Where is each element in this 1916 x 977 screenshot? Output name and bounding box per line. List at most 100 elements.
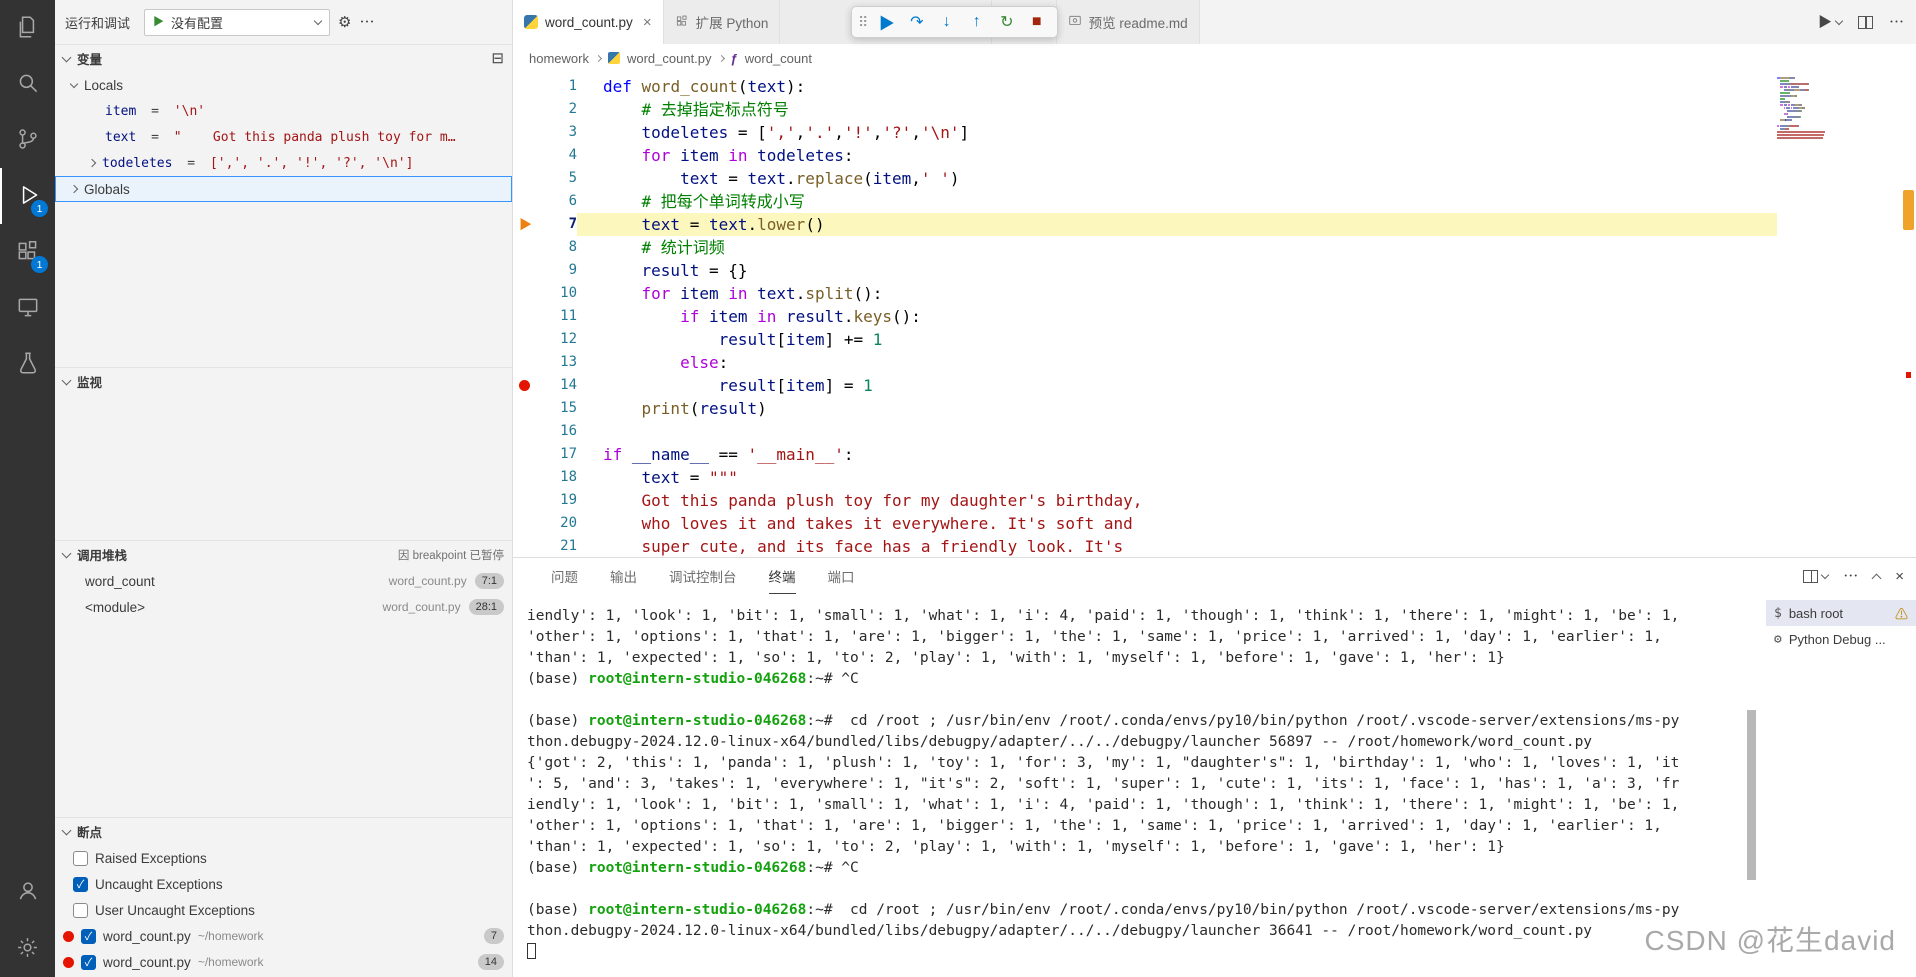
code-text[interactable]: else: bbox=[577, 351, 1777, 374]
variables-section-header[interactable]: 变量 ⊟ bbox=[55, 45, 512, 72]
sidebar-item-run-debug[interactable]: 1 bbox=[0, 168, 55, 224]
gutter-glyph[interactable] bbox=[513, 75, 537, 98]
checkbox[interactable]: ✓ bbox=[81, 954, 96, 970]
minimap[interactable] bbox=[1777, 76, 1838, 139]
step-into-button[interactable]: ↓ bbox=[932, 9, 961, 35]
code-text[interactable]: super cute, and its face has a friendly … bbox=[577, 535, 1777, 557]
gutter-glyph[interactable] bbox=[513, 305, 537, 328]
code-text[interactable]: text = text.replace(item,' ') bbox=[577, 167, 1777, 190]
breakpoints-section-header[interactable]: 断点 bbox=[55, 818, 512, 845]
stack-frame[interactable]: word_count word_count.py 7:1 bbox=[55, 568, 512, 594]
checkbox[interactable]: ✓ bbox=[81, 928, 96, 944]
step-out-button[interactable]: ↑ bbox=[962, 9, 991, 35]
overview-ruler[interactable] bbox=[1901, 72, 1916, 557]
code-text[interactable]: # 去掉指定标点符号 bbox=[577, 98, 1777, 121]
code-text[interactable]: todeletes = [',','.','!','?','\n'] bbox=[577, 121, 1777, 144]
code-editor[interactable]: 1 def word_count(text): 2 # 去掉指定标点符号 3 tode… bbox=[513, 72, 1916, 557]
breakpoint-row[interactable]: ✓ word_count.py ~/homework 7 bbox=[55, 923, 512, 949]
stop-button[interactable]: ■ bbox=[1022, 9, 1051, 35]
debug-gear-icon[interactable]: ⚙ bbox=[338, 15, 351, 30]
tab-word-count-py[interactable]: word_count.py × bbox=[513, 0, 664, 44]
code-text[interactable] bbox=[577, 420, 1777, 443]
run-python-file-button[interactable]: ▶ bbox=[1818, 12, 1844, 32]
tab-terminal[interactable]: 终端 bbox=[768, 558, 796, 594]
gutter-glyph[interactable] bbox=[513, 98, 537, 121]
exception-breakpoint-row[interactable]: User Uncaught Exceptions bbox=[55, 897, 512, 923]
checkbox[interactable] bbox=[73, 902, 88, 918]
tab-problems[interactable]: 问题 bbox=[551, 558, 578, 594]
code-text[interactable]: if __name__ == '__main__': bbox=[577, 443, 1777, 466]
gutter-glyph[interactable] bbox=[513, 282, 537, 305]
code-text[interactable]: # 统计词频 bbox=[577, 236, 1777, 259]
sidebar-item-search[interactable] bbox=[0, 56, 55, 112]
breadcrumb-folder[interactable]: homework bbox=[529, 51, 589, 66]
exception-breakpoint-row[interactable]: Raised Exceptions bbox=[55, 845, 512, 871]
sidebar-item-explorer[interactable] bbox=[0, 0, 55, 56]
checkbox[interactable] bbox=[73, 850, 88, 866]
breakpoint-row[interactable]: ✓ word_count.py ~/homework 14 bbox=[55, 949, 512, 975]
tab-preview-readme[interactable]: 预览 readme.md bbox=[1056, 0, 1200, 44]
gutter-glyph[interactable] bbox=[513, 535, 537, 557]
code-text[interactable]: result[item] = 1 bbox=[577, 374, 1777, 397]
gutter-glyph[interactable] bbox=[513, 144, 537, 167]
terminal-layout-button[interactable] bbox=[1803, 569, 1830, 583]
code-text[interactable]: print(result) bbox=[577, 397, 1777, 420]
gutter-glyph[interactable] bbox=[513, 328, 537, 351]
variable-todeletes[interactable]: todeletes = [',', '.', '!', '?', '\n'] bbox=[55, 150, 512, 176]
code-text[interactable]: Got this panda plush toy for my daughter… bbox=[577, 489, 1777, 512]
tab-output[interactable]: 输出 bbox=[610, 558, 637, 594]
account-button[interactable] bbox=[0, 863, 55, 919]
panel-more-icon[interactable]: ⋯ bbox=[1843, 569, 1858, 584]
step-over-button[interactable]: ↷ bbox=[902, 9, 931, 35]
sidebar-item-source-control[interactable] bbox=[0, 112, 55, 168]
code-text[interactable]: text = """ bbox=[577, 466, 1777, 489]
code-text[interactable]: # 把每个单词转成小写 bbox=[577, 190, 1777, 213]
gutter-glyph[interactable] bbox=[513, 351, 537, 374]
scope-globals[interactable]: Globals bbox=[55, 176, 512, 202]
debug-config-dropdown[interactable]: ▶ 没有配置 bbox=[144, 8, 331, 36]
tab-debug-console[interactable]: 调试控制台 bbox=[669, 558, 737, 594]
variable-item[interactable]: item = '\n' bbox=[55, 98, 512, 124]
continue-button[interactable]: ▶ bbox=[872, 9, 901, 35]
gutter-glyph[interactable] bbox=[513, 512, 537, 535]
gutter-glyph[interactable] bbox=[513, 167, 537, 190]
stack-frame[interactable]: <module> word_count.py 28:1 bbox=[55, 594, 512, 620]
terminal-instance-bash[interactable]: $ bash root ⚠ bbox=[1766, 600, 1916, 626]
variable-text[interactable]: text = " Got this panda plush toy for m… bbox=[55, 124, 512, 150]
gutter-glyph[interactable] bbox=[513, 190, 537, 213]
gutter-glyph[interactable] bbox=[513, 121, 537, 144]
code-text[interactable]: if item in result.keys(): bbox=[577, 305, 1777, 328]
scope-locals[interactable]: Locals bbox=[55, 72, 512, 98]
breadcrumb-file[interactable]: word_count.py bbox=[627, 51, 712, 66]
code-text[interactable]: result = {} bbox=[577, 259, 1777, 282]
sidebar-item-extensions[interactable]: 1 bbox=[0, 224, 55, 280]
code-text[interactable]: def word_count(text): bbox=[577, 75, 1777, 98]
tab-extension-python[interactable]: 扩展 Python bbox=[663, 0, 781, 44]
watch-section-header[interactable]: 监视 bbox=[55, 368, 512, 395]
terminal-output[interactable]: iendly': 1, 'look': 1, 'bit': 1, 'small'… bbox=[513, 594, 1766, 977]
gutter-glyph[interactable] bbox=[513, 259, 537, 282]
drag-handle-icon[interactable]: ⠿ bbox=[858, 14, 868, 31]
settings-button[interactable] bbox=[0, 921, 55, 977]
sidebar-item-testing[interactable] bbox=[0, 336, 55, 392]
tab-ports[interactable]: 端口 bbox=[828, 558, 855, 594]
breakpoint-icon[interactable] bbox=[513, 374, 537, 397]
code-text[interactable]: for item in todeletes: bbox=[577, 144, 1777, 167]
code-text[interactable]: who loves it and takes it everywhere. It… bbox=[577, 512, 1777, 535]
more-actions-icon[interactable]: ⋯ bbox=[359, 15, 374, 30]
collapse-all-icon[interactable]: ⊟ bbox=[491, 51, 504, 66]
gutter-glyph[interactable] bbox=[513, 466, 537, 489]
code-text[interactable]: text = text.lower() bbox=[577, 213, 1777, 236]
sidebar-item-remote-explorer[interactable] bbox=[0, 280, 55, 336]
terminal-instance-python-debug[interactable]: ⚙ Python Debug ... bbox=[1766, 626, 1916, 652]
checkbox[interactable]: ✓ bbox=[73, 876, 88, 892]
maximize-panel-icon[interactable] bbox=[1871, 573, 1882, 583]
call-stack-section-header[interactable]: 调用堆栈 因 breakpoint 已暂停 bbox=[55, 541, 512, 568]
gutter-glyph[interactable] bbox=[513, 489, 537, 512]
current-line-glyph[interactable]: ▶ bbox=[513, 213, 537, 236]
code-text[interactable]: result[item] += 1 bbox=[577, 328, 1777, 351]
close-icon[interactable]: × bbox=[643, 14, 652, 31]
close-panel-icon[interactable]: × bbox=[1895, 569, 1904, 584]
start-debugging-icon[interactable]: ▶ bbox=[153, 16, 164, 28]
code-text[interactable]: for item in text.split(): bbox=[577, 282, 1777, 305]
